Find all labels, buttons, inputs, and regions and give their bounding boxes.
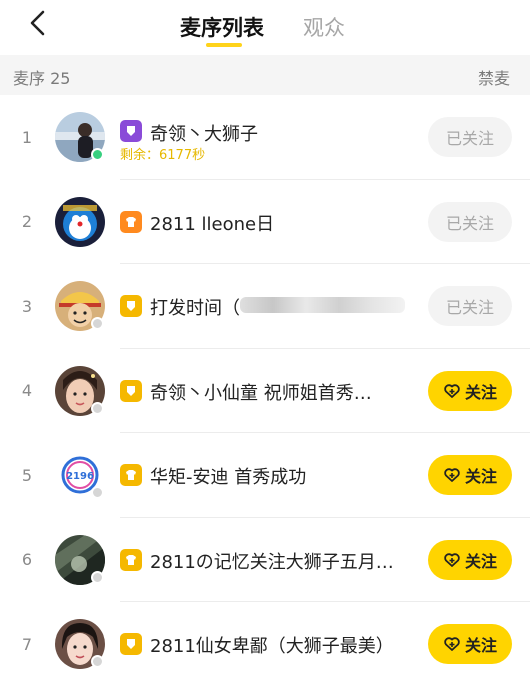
followed-button[interactable]: 已关注 <box>428 117 512 157</box>
rank-number: 5 <box>21 465 33 485</box>
user-name: 奇领丶大狮子 <box>150 124 258 145</box>
heart-plus-icon <box>444 383 460 398</box>
heart-plus-icon <box>444 468 460 482</box>
remaining-time: 剩余：6177秒 <box>120 148 206 163</box>
queue-count-label: 麦序 25 <box>13 69 71 88</box>
blurred-name-text <box>240 297 405 313</box>
yellow-shirt-icon <box>120 548 142 571</box>
user-name: 打发时间（ <box>150 298 240 319</box>
yellow-badge-icon <box>120 295 142 317</box>
follow-button[interactable]: 关注 <box>428 539 512 580</box>
button-label: 已关注 <box>445 298 494 317</box>
button-label: 关注 <box>464 382 497 402</box>
queue-summary-bar: 麦序 25 禁麦 <box>0 55 530 95</box>
orange-shirt-icon <box>120 210 142 233</box>
user-name: 奇领丶小仙童 祝师姐首秀… <box>150 382 372 404</box>
offline-status-dot <box>91 570 104 584</box>
tab-queue-list[interactable]: 麦序列表 <box>180 12 264 42</box>
back-button[interactable] <box>22 8 52 38</box>
queue-row[interactable]: 1 奇领丶大狮子 剩余：6177秒 已关注 <box>0 95 530 180</box>
back-arrow-icon <box>30 10 45 36</box>
queue-row[interactable]: 5 2196 华矩-安迪 首秀成功 关注 <box>0 433 530 518</box>
user-name: 2811の记忆关注大狮子五月… <box>150 551 394 573</box>
active-tab-indicator <box>206 43 242 47</box>
svg-text:2196: 2196 <box>66 471 94 482</box>
purple-badge-icon <box>120 120 142 142</box>
heart-plus-icon <box>444 552 460 567</box>
followed-button[interactable]: 已关注 <box>428 201 512 242</box>
user-name: 华矩-安迪 首秀成功 <box>150 467 307 488</box>
tab-audience[interactable]: 观众 <box>303 12 345 42</box>
queue-row[interactable]: 2 2811 lleone日 已关注 <box>0 180 530 264</box>
heart-plus-icon <box>444 637 460 651</box>
offline-status-dot <box>91 486 104 499</box>
follow-button[interactable]: 关注 <box>428 624 512 664</box>
follow-button[interactable]: 关注 <box>428 455 512 495</box>
rank-number: 6 <box>21 550 33 570</box>
mic-queue-list: 1 奇领丶大狮子 剩余：6177秒 已关注 2 2811 lleone日 已关注… <box>0 95 530 687</box>
rank-number: 7 <box>21 634 33 654</box>
button-label: 已关注 <box>445 213 494 233</box>
button-label: 已关注 <box>445 129 494 148</box>
rank-number: 1 <box>21 127 33 147</box>
top-header: 麦序列表 观众 <box>0 0 530 55</box>
follow-button[interactable]: 关注 <box>428 370 512 411</box>
offline-status-dot <box>91 655 104 668</box>
rank-number: 4 <box>21 381 33 401</box>
rank-number: 2 <box>21 212 33 232</box>
user-name: 2811仙女卑鄙（大狮子最美） <box>150 636 394 657</box>
button-label: 关注 <box>464 467 497 486</box>
followed-button[interactable]: 已关注 <box>428 286 512 326</box>
user-name: 2811 lleone日 <box>150 213 275 235</box>
rank-number: 3 <box>21 296 33 316</box>
queue-row[interactable]: 7 2811仙女卑鄙（大狮子最美） 关注 <box>0 602 530 687</box>
offline-status-dot <box>91 401 104 415</box>
yellow-badge-icon <box>120 379 142 402</box>
online-status-dot <box>91 148 104 161</box>
queue-row[interactable]: 6 2811の记忆关注大狮子五月… 关注 <box>0 518 530 602</box>
button-label: 关注 <box>464 636 497 655</box>
offline-status-dot <box>91 317 104 330</box>
queue-row[interactable]: 4 奇领丶小仙童 祝师姐首秀… 关注 <box>0 349 530 433</box>
ban-mic-button[interactable]: 禁麦 <box>478 65 510 89</box>
yellow-shirt-icon <box>120 464 142 486</box>
button-label: 关注 <box>464 551 497 571</box>
yellow-badge-icon <box>120 633 142 655</box>
avatar[interactable] <box>55 196 105 247</box>
queue-row[interactable]: 3 打发时间（ 已关注 <box>0 264 530 349</box>
